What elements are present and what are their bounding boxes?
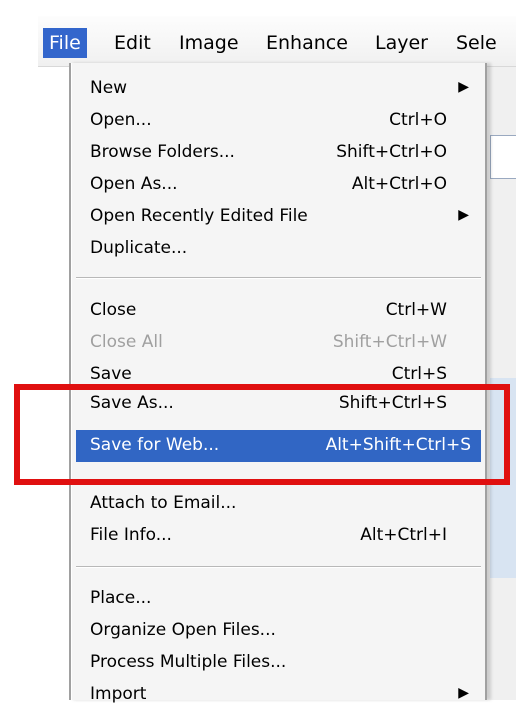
menu-item-label: Open Recently Edited File (90, 206, 308, 226)
menu-item-label: Duplicate... (90, 238, 188, 258)
menu-item-organize-open-files[interactable]: Organize Open Files... (76, 615, 481, 647)
menu-item-process-multiple-files[interactable]: Process Multiple Files... (76, 647, 481, 679)
menu-item-import[interactable]: Import ▶ (76, 679, 481, 711)
menu-item-label: Organize Open Files... (90, 620, 276, 640)
submenu-arrow-icon: ▶ (458, 79, 469, 95)
menu-item-label: File Info... (90, 525, 172, 545)
menu-item-label: Browse Folders... (90, 142, 235, 162)
menu-item-label: Open As... (90, 174, 178, 194)
menu-image[interactable]: Image (173, 28, 245, 58)
menu-item-label: Attach to Email... (90, 493, 237, 513)
menu-item-shortcut: Ctrl+W (385, 300, 447, 320)
highlight-annotation-box (14, 384, 510, 485)
menu-item-label: New (90, 78, 128, 98)
file-menu-dropdown: New ▶ Open... Ctrl+O Browse Folders... S… (69, 63, 487, 704)
menu-item-browse-folders[interactable]: Browse Folders... Shift+Ctrl+O (76, 137, 481, 169)
menu-select[interactable]: Sele (450, 28, 503, 58)
menu-item-attach-email[interactable]: Attach to Email... (76, 488, 481, 520)
menu-item-shortcut: Alt+Ctrl+O (351, 174, 447, 194)
menu-item-label: Save (90, 364, 132, 384)
submenu-arrow-icon: ▶ (458, 685, 469, 701)
menu-item-label: Open... (90, 110, 152, 130)
menu-item-open-as[interactable]: Open As... Alt+Ctrl+O (76, 169, 481, 201)
background-field (490, 135, 516, 179)
menu-separator (76, 566, 481, 568)
menu-item-close[interactable]: Close Ctrl+W (76, 295, 481, 327)
menu-enhance[interactable]: Enhance (260, 28, 354, 58)
menu-edit[interactable]: Edit (108, 28, 157, 58)
menu-item-close-all: Close All Shift+Ctrl+W (76, 327, 481, 359)
menu-item-label: Process Multiple Files... (90, 652, 287, 672)
menu-item-new[interactable]: New ▶ (76, 73, 481, 105)
menu-item-label: Close All (90, 332, 163, 352)
menu-item-place[interactable]: Place... (76, 583, 481, 615)
submenu-arrow-icon: ▶ (458, 207, 469, 223)
menu-file[interactable]: File (43, 28, 87, 58)
menu-item-label: Import (90, 684, 147, 704)
menu-item-shortcut: Alt+Ctrl+I (360, 525, 447, 545)
menu-item-shortcut: Ctrl+O (389, 110, 447, 130)
menu-item-shortcut: Shift+Ctrl+O (336, 142, 447, 162)
menu-item-open[interactable]: Open... Ctrl+O (76, 105, 481, 137)
menu-item-label: Close (90, 300, 137, 320)
menu-item-shortcut: Ctrl+S (391, 364, 447, 384)
menu-item-label: Place... (90, 588, 152, 608)
menu-separator (76, 277, 481, 279)
menu-item-shortcut: Shift+Ctrl+W (332, 332, 447, 352)
menu-item-file-info[interactable]: File Info... Alt+Ctrl+I (76, 520, 481, 552)
menu-layer[interactable]: Layer (369, 28, 434, 58)
menu-item-open-recent[interactable]: Open Recently Edited File ▶ (76, 201, 481, 233)
menu-bar: File Edit Image Enhance Layer Sele (38, 16, 516, 67)
menu-item-duplicate[interactable]: Duplicate... (76, 233, 481, 265)
